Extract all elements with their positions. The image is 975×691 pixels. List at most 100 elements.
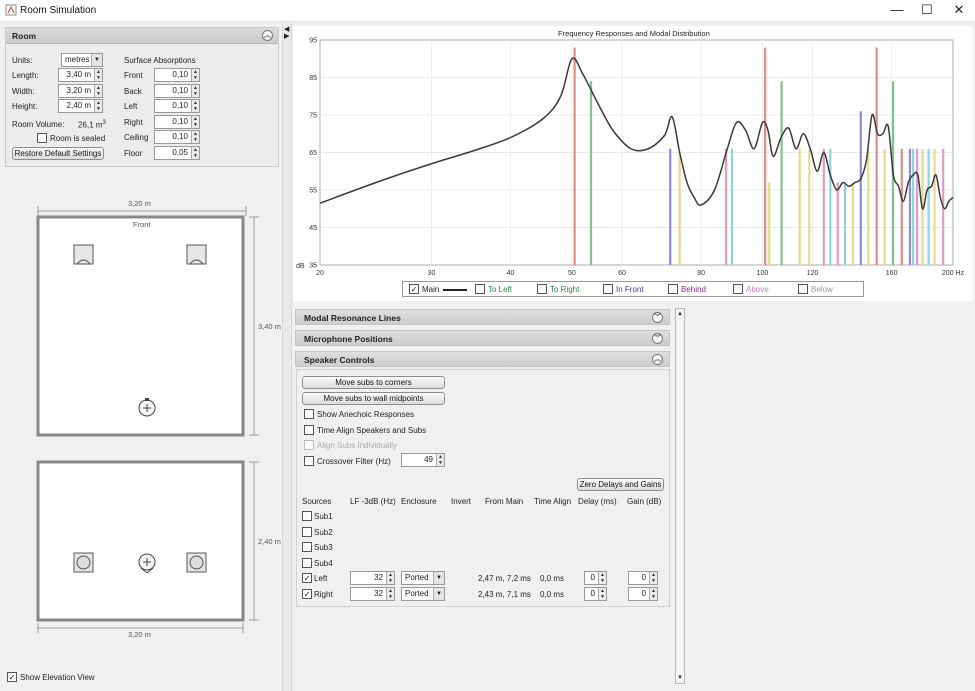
- volume-unit-sup: 3: [102, 120, 106, 126]
- show-elevation-checkbox[interactable]: ✓: [7, 672, 17, 682]
- left-delay-field[interactable]: 0 ▲ ▼: [584, 571, 607, 585]
- left-enclosure-select[interactable]: Ported ▼: [401, 571, 445, 585]
- move-subs-midpoints-button[interactable]: Move subs to wall midpoints: [302, 392, 445, 405]
- collapse-up-icon[interactable]: ︽: [262, 30, 273, 41]
- absorption-field-right[interactable]: 0,10 ▲ ▼: [154, 114, 200, 129]
- left-source-checkbox[interactable]: ✓: [302, 573, 312, 583]
- app-icon: [5, 4, 17, 16]
- absorption-value: 0,10: [172, 85, 188, 95]
- spinner-icon[interactable]: ▲ ▼: [649, 572, 657, 584]
- plan-length-dim: 3,40 m: [258, 322, 281, 331]
- sub-checkbox-sub1[interactable]: [302, 511, 312, 521]
- absorption-field-ceiling[interactable]: 0,10 ▲ ▼: [154, 130, 200, 144]
- maximize-button[interactable]: ☐: [910, 0, 944, 22]
- move-subs-corners-button[interactable]: Move subs to corners: [302, 376, 445, 389]
- speaker-controls-section-header[interactable]: Speaker Controls ︽: [295, 351, 670, 367]
- room-elevation-view: [36, 460, 259, 633]
- height-field[interactable]: 2,40 m ▲ ▼: [58, 99, 103, 113]
- spinner-icon[interactable]: ▲ ▼: [386, 587, 394, 600]
- spinner-icon[interactable]: ▲ ▼: [191, 84, 199, 97]
- legend-checkbox-behind[interactable]: [668, 284, 678, 294]
- room-sealed-checkbox[interactable]: [37, 133, 47, 143]
- column-header: Enclosure: [401, 497, 437, 506]
- left-lf-field[interactable]: 32 ▲ ▼: [350, 571, 395, 585]
- expand-down-icon[interactable]: ︾: [652, 333, 663, 344]
- spinner-icon[interactable]: ▲ ▼: [94, 69, 102, 81]
- length-field[interactable]: 3,40 m ▲ ▼: [58, 68, 103, 82]
- spinner-icon[interactable]: ▲ ▼: [191, 146, 199, 159]
- room-plan-view: [36, 206, 259, 437]
- minimize-button[interactable]: —: [880, 0, 914, 22]
- expand-down-icon[interactable]: ︾: [652, 312, 663, 323]
- room-panel-header[interactable]: Room ︽: [6, 28, 278, 44]
- sub-label: Sub1: [314, 512, 333, 521]
- right-source-checkbox[interactable]: ✓: [302, 588, 312, 599]
- time-align-checkbox[interactable]: [304, 425, 314, 435]
- absorption-field-floor[interactable]: 0,05 ▲ ▼: [154, 145, 200, 160]
- right-speaker-elevation-icon[interactable]: [186, 552, 207, 573]
- enclosure-value: Ported: [405, 573, 429, 582]
- right-enclosure-select[interactable]: Ported ▼: [401, 586, 445, 601]
- units-select[interactable]: metres ▼: [61, 53, 103, 67]
- spinner-icon[interactable]: ▲ ▼: [191, 100, 199, 112]
- legend-checkbox-to-left[interactable]: [475, 284, 485, 294]
- left-speaker-icon[interactable]: [73, 244, 94, 265]
- legend-checkbox-in-front[interactable]: [603, 284, 613, 294]
- sub-checkbox-sub2[interactable]: [302, 526, 312, 537]
- absorption-value: 0,10: [172, 116, 188, 126]
- absorption-value: 0,10: [172, 70, 188, 79]
- spinner-icon[interactable]: ▲ ▼: [436, 454, 444, 466]
- spinner-icon[interactable]: ▲ ▼: [191, 69, 199, 81]
- spinner-icon[interactable]: ▲ ▼: [598, 587, 606, 600]
- right-gain-field[interactable]: 0 ▲ ▼: [628, 586, 658, 601]
- width-field[interactable]: 3,20 m ▲ ▼: [58, 84, 103, 98]
- close-button[interactable]: ✕: [942, 0, 975, 22]
- right-speaker-icon[interactable]: [186, 244, 207, 265]
- mic-positions-section-header[interactable]: Microphone Positions ︾: [295, 330, 670, 346]
- left-speaker-elevation-icon[interactable]: [73, 552, 94, 573]
- sub-checkbox-sub3[interactable]: [302, 542, 312, 553]
- spinner-icon[interactable]: ▲ ▼: [191, 131, 199, 143]
- spinner-icon[interactable]: ▲ ▼: [191, 115, 199, 128]
- restore-defaults-button[interactable]: Restore Default Settings: [12, 147, 104, 160]
- absorption-label-back: Back: [124, 86, 142, 96]
- crossover-filter-label: Crossover Filter (Hz): [317, 457, 391, 466]
- right-delay-field[interactable]: 0 ▲ ▼: [584, 586, 607, 601]
- spinner-icon[interactable]: ▲ ▼: [386, 572, 394, 584]
- scroll-up-icon[interactable]: ▲: [676, 309, 684, 319]
- spinner-icon[interactable]: ▲ ▼: [649, 587, 657, 600]
- controls-scrollbar[interactable]: ▲ ▼: [675, 308, 685, 684]
- left-gain-field[interactable]: 0 ▲ ▼: [628, 571, 658, 585]
- scroll-down-icon[interactable]: ▼: [676, 673, 684, 683]
- absorption-field-front[interactable]: 0,10 ▲ ▼: [154, 68, 200, 82]
- absorption-label-ceiling: Ceiling: [124, 133, 149, 142]
- show-elevation-label: Show Elevation View: [20, 673, 95, 682]
- modal-resonance-section-header[interactable]: Modal Resonance Lines ︾: [295, 309, 670, 325]
- collapse-up-icon[interactable]: ︽: [652, 354, 663, 365]
- align-subs-label: Align Subs Individually: [317, 441, 398, 450]
- split-divider[interactable]: ◀ ▶: [282, 23, 292, 691]
- legend-label-behind: Behind: [681, 285, 706, 294]
- y-axis-label: dB: [296, 263, 305, 270]
- crossover-filter-checkbox[interactable]: [304, 456, 314, 466]
- spinner-icon[interactable]: ▲ ▼: [94, 100, 102, 112]
- absorption-field-back[interactable]: 0,10 ▲ ▼: [154, 83, 200, 98]
- align-subs-checkbox[interactable]: [304, 440, 314, 450]
- absorption-field-left[interactable]: 0,10 ▲ ▼: [154, 99, 200, 113]
- zero-delays-gains-button[interactable]: Zero Delays and Gains: [577, 478, 664, 491]
- legend-checkbox-to-right[interactable]: [537, 284, 547, 294]
- show-anechoic-checkbox[interactable]: [304, 409, 314, 419]
- split-arrows-icon[interactable]: ◀ ▶: [284, 26, 289, 40]
- legend-checkbox-main[interactable]: ✓: [409, 284, 419, 294]
- height-value: 2,40 m: [66, 101, 91, 110]
- legend-checkbox-above[interactable]: [733, 284, 743, 294]
- absorption-value: 0,05: [172, 147, 188, 157]
- crossover-field[interactable]: 49 ▲ ▼: [401, 453, 445, 467]
- x-tick-label: 60: [618, 270, 626, 276]
- legend-checkbox-below[interactable]: [798, 284, 808, 294]
- sub-checkbox-sub4[interactable]: [302, 558, 312, 569]
- spinner-icon[interactable]: ▲ ▼: [94, 85, 102, 97]
- spinner-icon[interactable]: ▲ ▼: [598, 572, 606, 584]
- height-label: Height:: [12, 102, 38, 111]
- right-lf-field[interactable]: 32 ▲ ▼: [350, 586, 395, 601]
